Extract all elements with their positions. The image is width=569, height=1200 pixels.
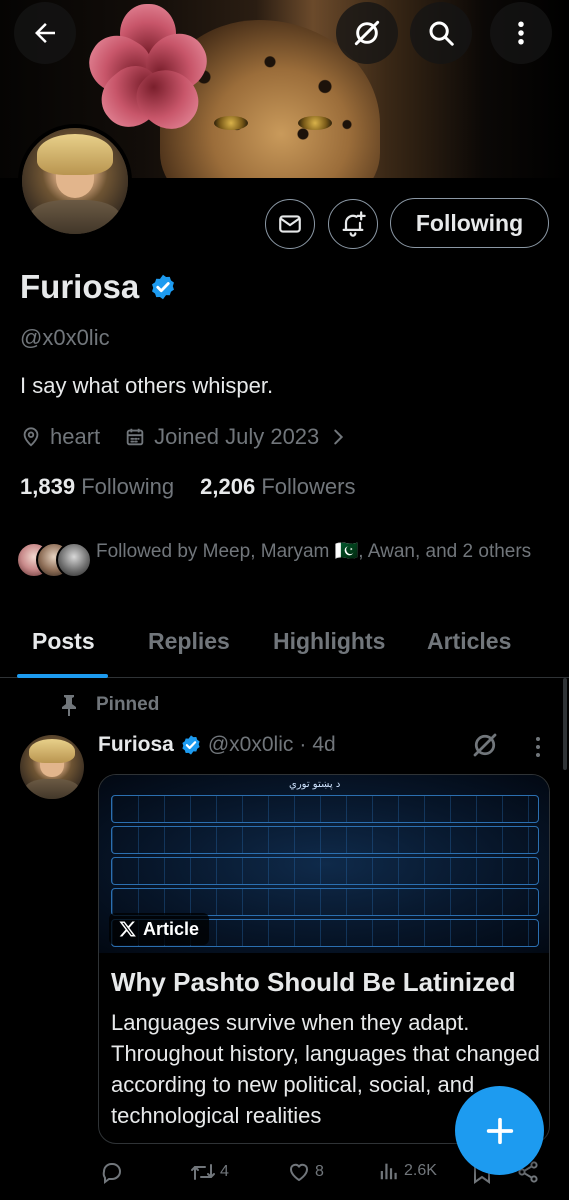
search-button[interactable] — [410, 2, 472, 64]
location-pin-icon — [23, 427, 39, 447]
profile-name: Furiosa — [20, 268, 140, 305]
grok-slash-icon — [354, 20, 380, 46]
following-button[interactable]: Following — [390, 198, 549, 248]
post-author-name[interactable]: Furiosa — [98, 733, 174, 757]
leopard-eye — [298, 116, 332, 130]
followed-by-row[interactable]: Followed by Meep, Maryam 🇵🇰, Awan, and 2… — [16, 538, 536, 578]
joined-item[interactable]: Joined July 2023 — [124, 424, 349, 450]
active-tab-indicator — [17, 674, 108, 678]
location-text: heart — [50, 424, 101, 449]
follow-counts: 1,839 Following 2,206 Followers — [20, 474, 355, 500]
article-badge: Article — [109, 913, 210, 945]
message-button[interactable] — [265, 199, 315, 249]
profile-tabs: Posts Replies Highlights Articles — [0, 618, 569, 678]
reply-button[interactable] — [100, 1160, 128, 1184]
search-icon — [429, 21, 454, 46]
avatar — [56, 542, 92, 578]
verified-badge-icon[interactable] — [149, 273, 177, 301]
followers-count-link[interactable]: 2,206 Followers — [200, 474, 355, 500]
profile-avatar[interactable] — [18, 124, 132, 238]
article-badge-label: Article — [143, 918, 200, 939]
pin-icon — [62, 695, 76, 716]
views-bar-chart-icon — [380, 1163, 397, 1180]
grok-post-button[interactable] — [470, 730, 500, 765]
tab-articles[interactable]: Articles — [427, 628, 511, 655]
mail-icon — [279, 215, 301, 233]
following-count-link[interactable]: 1,839 Following — [20, 474, 174, 500]
views-count: 2.6K — [404, 1162, 437, 1179]
bell-plus-icon — [342, 211, 366, 237]
tab-replies[interactable]: Replies — [148, 628, 230, 655]
joined-text: Joined July 2023 — [154, 424, 320, 449]
views-button[interactable]: 2.6K — [378, 1160, 437, 1182]
tab-posts[interactable]: Posts — [32, 628, 95, 655]
calendar-icon — [126, 428, 144, 446]
like-count: 8 — [315, 1163, 324, 1180]
profile-name-row: Furiosa — [20, 268, 177, 306]
post-author-avatar[interactable] — [20, 735, 84, 799]
compose-post-button[interactable] — [455, 1086, 544, 1175]
heart-icon — [290, 1163, 308, 1182]
tab-highlights[interactable]: Highlights — [273, 628, 385, 655]
grok-button[interactable] — [336, 2, 398, 64]
more-vertical-icon — [518, 21, 524, 45]
article-cover-image: د پښتو توري Article — [99, 775, 549, 953]
arrow-left-icon — [35, 23, 55, 43]
reply-bubble-icon — [102, 1163, 122, 1184]
repost-icon — [191, 1164, 215, 1180]
like-button[interactable]: 8 — [287, 1160, 324, 1184]
back-button[interactable] — [14, 2, 76, 64]
profile-bio: I say what others whisper. — [20, 373, 274, 398]
chevron-right-icon — [334, 429, 344, 445]
verified-badge-icon — [182, 735, 200, 755]
post-separator: · — [299, 733, 307, 756]
post-author-handle[interactable]: @x0x0lic — [208, 733, 294, 757]
leopard-eye — [214, 116, 248, 130]
post-more-button[interactable] — [528, 734, 548, 765]
profile-meta: heart Joined July 2023 — [20, 424, 349, 450]
hibiscus-flower-image — [79, 4, 217, 141]
article-title: Why Pashto Should Be Latinized — [111, 967, 516, 997]
post-timestamp[interactable]: 4d — [312, 733, 335, 757]
repost-button[interactable]: 4 — [190, 1160, 229, 1184]
pinned-text: Pinned — [96, 694, 160, 715]
post-header: Furiosa @x0x0lic · 4d — [98, 733, 336, 757]
pinned-label-row: Pinned — [60, 694, 159, 716]
grok-slash-icon — [473, 733, 497, 757]
more-vertical-icon — [536, 737, 540, 757]
cover-image-title: د پښتو توري — [289, 779, 341, 790]
profile-handle: @x0x0lic — [20, 325, 110, 350]
scrollbar[interactable] — [563, 678, 567, 770]
followers-you-know-avatars — [16, 538, 94, 578]
followed-by-text: Followed by Meep, Maryam 🇵🇰, Awan, and 2… — [96, 541, 532, 562]
location-item: heart — [20, 424, 100, 450]
notifications-button[interactable] — [328, 199, 378, 249]
plus-icon — [486, 1117, 513, 1144]
x-logo-icon — [119, 921, 136, 937]
repost-count: 4 — [220, 1163, 229, 1180]
more-options-button[interactable] — [490, 2, 552, 64]
